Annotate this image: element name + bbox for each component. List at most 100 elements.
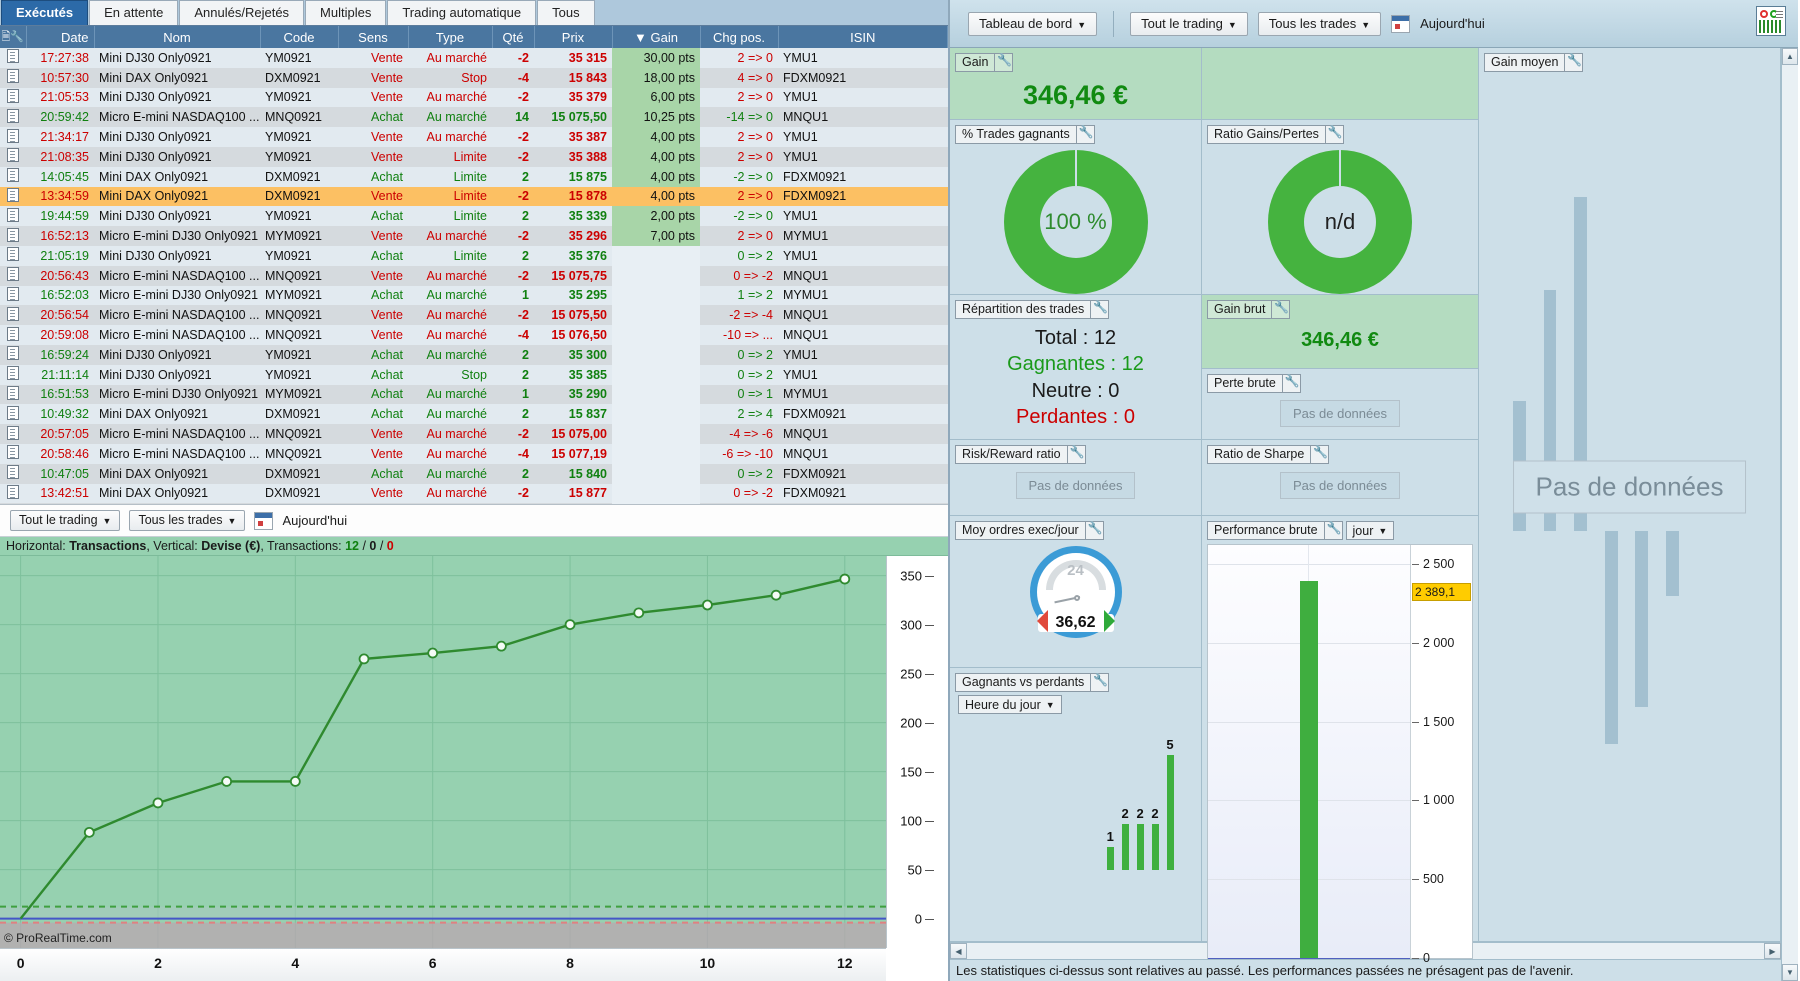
col-gain[interactable]: ▼ Gain (612, 26, 700, 48)
table-row[interactable]: 17:27:38Mini DJ30 Only0921YM0921VenteAu … (0, 48, 948, 68)
scroll-down-icon[interactable]: ▼ (1782, 964, 1798, 981)
widget-pct-header[interactable]: % Trades gagnants (955, 125, 1095, 144)
widget-ratio-gains-pertes[interactable]: Ratio Gains/Pertes n/d (1202, 120, 1478, 295)
perf-brute-chart[interactable]: 05001 0001 5002 0002 5002 389,1 (1207, 544, 1473, 959)
vscroll-track[interactable] (1782, 65, 1798, 964)
gvp-period-dropdown[interactable]: Heure du jour▼ (958, 695, 1062, 714)
widget-performance-brute[interactable]: Performance brute jour▼ 05001 0001 5002 … (1202, 516, 1478, 942)
row-doc-icon[interactable] (0, 226, 26, 246)
equity-chart[interactable]: Horizontal: Transactions, Vertical: Devi… (0, 537, 948, 981)
table-row[interactable]: 21:08:35Mini DJ30 Only0921YM0921VenteLim… (0, 147, 948, 167)
table-row[interactable]: 21:05:53Mini DJ30 Only0921YM0921VenteAu … (0, 88, 948, 108)
table-row[interactable]: 20:58:46Micro E-mini NASDAQ100 ...MNQ092… (0, 444, 948, 464)
col-prix[interactable]: Prix (534, 26, 612, 48)
table-row[interactable]: 20:57:05Micro E-mini NASDAQ100 ...MNQ092… (0, 424, 948, 444)
scroll-left-icon[interactable]: ◀ (950, 943, 967, 959)
widget-ratio-sharpe[interactable]: Ratio de Sharpe Pas de données (1202, 440, 1478, 516)
perf-brute-period-dropdown[interactable]: jour▼ (1346, 521, 1395, 540)
widget-gain-brut-header[interactable]: Gain brut (1207, 300, 1290, 319)
row-doc-icon[interactable] (0, 503, 26, 504)
widget-gain-brut[interactable]: Gain brut 346,46 € (1202, 295, 1478, 369)
scroll-up-icon[interactable]: ▲ (1782, 48, 1798, 65)
dashboard-period-label[interactable]: Aujourd'hui (1420, 16, 1485, 31)
widget-pct-trades-gagnants[interactable]: % Trades gagnants 100 % (950, 120, 1201, 295)
widget-repartition-trades[interactable]: Répartition des trades Total : 12 Gagnan… (950, 295, 1201, 440)
tab-tous[interactable]: Tous (537, 0, 594, 25)
table-row[interactable]: 13:42:51Mini DAX Only0921DXM0921VenteAu … (0, 484, 948, 504)
wrench-icon[interactable] (1325, 126, 1343, 143)
wrench-icon[interactable] (994, 54, 1012, 71)
row-doc-icon[interactable] (0, 68, 26, 88)
widget-gain-moyen-header[interactable]: Gain moyen (1484, 53, 1583, 72)
wrench-icon[interactable] (1564, 54, 1582, 71)
table-row[interactable]: 20:59:08Micro E-mini NASDAQ100 ...MNQ092… (0, 325, 948, 345)
row-doc-icon[interactable] (0, 345, 26, 365)
table-row[interactable]: 21:07:03Mini DJ30 Only0921YM0921AchatAu … (0, 503, 948, 504)
equity-plot-area[interactable] (0, 556, 886, 948)
table-row[interactable]: 21:11:14Mini DJ30 Only0921YM0921AchatSto… (0, 365, 948, 385)
wrench-icon[interactable] (1076, 126, 1094, 143)
wrench-icon[interactable] (1310, 446, 1328, 463)
widget-gvp-header[interactable]: Gagnants vs perdants (955, 673, 1109, 692)
widget-repartition-header[interactable]: Répartition des trades (955, 300, 1109, 319)
wrench-icon[interactable] (1067, 446, 1085, 463)
table-row[interactable]: 16:52:13Micro E-mini DJ30 Only0921MYM092… (0, 226, 948, 246)
row-doc-icon[interactable] (0, 444, 26, 464)
col-code[interactable]: Code (260, 26, 338, 48)
widget-perf-brute-header[interactable]: Performance brute (1207, 521, 1343, 540)
row-doc-icon[interactable] (0, 167, 26, 187)
wrench-icon[interactable] (1324, 522, 1342, 539)
col-icon-header[interactable]: 🗎🔧 (0, 26, 26, 48)
wrench-icon[interactable] (1282, 375, 1300, 392)
widget-moy-ordres-header[interactable]: Moy ordres exec/jour (955, 521, 1104, 540)
wrench-icon[interactable] (1090, 301, 1108, 318)
col-qte[interactable]: Qté (492, 26, 534, 48)
table-row[interactable]: 21:05:19Mini DJ30 Only0921YM0921AchatLim… (0, 246, 948, 266)
row-doc-icon[interactable] (0, 187, 26, 207)
dashboard-filter-trades-dropdown[interactable]: Tous les trades▼ (1258, 12, 1381, 36)
table-row[interactable]: 10:49:32Mini DAX Only0921DXM0921AchatAu … (0, 404, 948, 424)
table-row[interactable]: 20:59:42Micro E-mini NASDAQ100 ...MNQ092… (0, 107, 948, 127)
col-isin[interactable]: ISIN (778, 26, 948, 48)
table-row[interactable]: 10:57:30Mini DAX Only0921DXM0921VenteSto… (0, 68, 948, 88)
tab-en-attente[interactable]: En attente (89, 0, 178, 25)
row-doc-icon[interactable] (0, 484, 26, 504)
row-doc-icon[interactable] (0, 147, 26, 167)
table-row[interactable]: 19:44:59Mini DJ30 Only0921YM0921AchatLim… (0, 206, 948, 226)
table-row[interactable]: 20:56:54Micro E-mini NASDAQ100 ...MNQ092… (0, 305, 948, 325)
row-doc-icon[interactable] (0, 385, 26, 405)
tab-executes[interactable]: Exécutés (1, 0, 88, 25)
table-row[interactable]: 16:59:24Mini DJ30 Only0921YM0921AchatAu … (0, 345, 948, 365)
widget-gagnants-vs-perdants[interactable]: Gagnants vs perdants Heure du jour▼ 1222… (950, 668, 1201, 942)
widget-ratio-header[interactable]: Ratio Gains/Pertes (1207, 125, 1344, 144)
row-doc-icon[interactable] (0, 48, 26, 68)
table-row[interactable]: 21:34:17Mini DJ30 Only0921YM0921VenteAu … (0, 127, 948, 147)
row-doc-icon[interactable] (0, 206, 26, 226)
wrench-icon[interactable] (1271, 301, 1289, 318)
widget-gain[interactable]: Gain 346,46 € (950, 48, 1201, 120)
row-doc-icon[interactable] (0, 404, 26, 424)
dashboard-selector-dropdown[interactable]: Tableau de bord▼ (968, 12, 1097, 36)
widget-gain-header[interactable]: Gain (955, 53, 1013, 72)
dashboard-vscrollbar[interactable]: ▲ ▼ (1781, 48, 1798, 981)
col-date[interactable]: Date (26, 26, 94, 48)
widget-gain-moyen[interactable]: Gain moyen Pas de données (1479, 48, 1780, 942)
table-row[interactable]: 10:47:05Mini DAX Only0921DXM0921AchatAu … (0, 464, 948, 484)
col-chg-pos[interactable]: Chg pos. (700, 26, 778, 48)
table-row[interactable]: 20:56:43Micro E-mini NASDAQ100 ...MNQ092… (0, 266, 948, 286)
row-doc-icon[interactable] (0, 286, 26, 306)
row-doc-icon[interactable] (0, 107, 26, 127)
widget-risk-reward-header[interactable]: Risk/Reward ratio (955, 445, 1086, 464)
row-doc-icon[interactable] (0, 365, 26, 385)
widget-moy-ordres[interactable]: Moy ordres exec/jour 24 (950, 516, 1201, 668)
equity-filter-trading-dropdown[interactable]: Tout le trading▼ (10, 510, 120, 531)
tab-annules-rejetes[interactable]: Annulés/Rejetés (179, 0, 304, 25)
tab-multiples[interactable]: Multiples (305, 0, 386, 25)
widget-perte-brute-header[interactable]: Perte brute (1207, 374, 1301, 393)
orders-table-container[interactable]: 🗎🔧 Date Nom Code Sens Type Qté Prix ▼ Ga… (0, 26, 948, 504)
row-doc-icon[interactable] (0, 266, 26, 286)
table-row[interactable]: 16:51:53Micro E-mini DJ30 Only0921MYM092… (0, 385, 948, 405)
app-settings-icon[interactable] (1756, 6, 1786, 36)
row-doc-icon[interactable] (0, 305, 26, 325)
equity-period-label[interactable]: Aujourd'hui (282, 513, 347, 528)
